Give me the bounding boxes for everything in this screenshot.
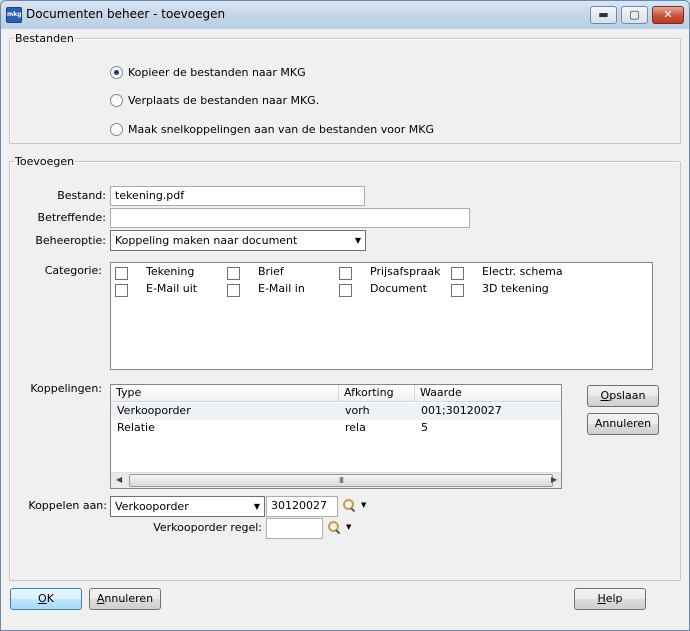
search-icon[interactable] xyxy=(343,499,355,511)
koppelingen-grid[interactable]: Type Afkorting Waarde Verkooporder vorh … xyxy=(110,384,562,489)
cell-type: Relatie xyxy=(117,421,155,434)
radio-verplaats-indicator[interactable] xyxy=(110,93,123,107)
annuleren-koppeling-button[interactable]: Annuleren xyxy=(587,413,659,435)
verkooporder-regel-input[interactable] xyxy=(266,518,323,539)
betreffende-label: Betreffende: xyxy=(37,211,106,224)
checkbox-prijsafspraak-label: Prijsafspraak xyxy=(370,265,441,278)
close-icon: ✕ xyxy=(663,8,673,21)
maximize-icon: ▢ xyxy=(629,8,640,21)
scroll-right-icon[interactable]: ▶ xyxy=(551,475,557,484)
help-label: elp xyxy=(605,592,623,605)
koppelen-aan-value: Verkooporder xyxy=(115,500,189,513)
bestanden-legend: Bestanden xyxy=(15,32,74,45)
koppelen-aan-number-input[interactable]: 30120027 xyxy=(266,496,338,517)
search-options-arrow-icon[interactable]: ▼ xyxy=(361,501,366,509)
checkbox-electr-schema[interactable] xyxy=(451,267,464,280)
scroll-left-icon[interactable]: ◀ xyxy=(116,475,122,484)
beheeroptie-select[interactable]: Koppeling maken naar document ▼ xyxy=(110,230,366,251)
checkbox-brief-label: Brief xyxy=(258,265,284,278)
radio-kopieer-indicator[interactable] xyxy=(110,65,123,79)
window-title: Documenten beheer - toevoegen xyxy=(26,7,226,21)
column-header-type[interactable]: Type xyxy=(111,385,339,402)
koppelen-aan-label: Koppelen aan: xyxy=(28,499,107,512)
search-options-arrow-icon[interactable]: ▼ xyxy=(346,523,351,531)
checkbox-brief[interactable] xyxy=(227,267,240,280)
checkbox-prijsafspraak[interactable] xyxy=(339,267,352,280)
close-button[interactable]: ✕ xyxy=(652,6,684,24)
radio-snelkoppelingen-indicator[interactable] xyxy=(110,122,123,136)
categorie-list[interactable]: Tekening Brief Prijsafspraak Electr. sch… xyxy=(110,262,653,370)
cell-waarde: 001;30120027 xyxy=(421,404,502,417)
minimize-icon: ▬ xyxy=(598,8,609,21)
verkooporder-regel-label: Verkooporder regel: xyxy=(153,521,262,534)
checkbox-email-uit[interactable] xyxy=(115,284,128,297)
ok-button[interactable]: OK xyxy=(10,588,82,610)
minimize-button[interactable]: ▬ xyxy=(590,6,617,24)
search-icon[interactable] xyxy=(328,521,340,533)
beheeroptie-value: Koppeling maken naar document xyxy=(115,234,298,247)
checkbox-tekening-label: Tekening xyxy=(146,265,195,278)
cell-type: Verkooporder xyxy=(117,404,191,417)
dialog-window: mkg Documenten beheer - toevoegen ▬ ▢ ✕ … xyxy=(0,0,690,631)
checkbox-3d-tekening[interactable] xyxy=(451,284,464,297)
mkg-app-icon: mkg xyxy=(6,7,22,23)
categorie-label: Categorie: xyxy=(44,264,102,277)
help-accel: H xyxy=(597,592,606,605)
bestand-label: Bestand: xyxy=(57,189,106,202)
help-button[interactable]: Help xyxy=(574,588,646,610)
cell-waarde: 5 xyxy=(421,421,428,434)
opslaan-label: pslaan xyxy=(609,389,646,402)
dialog-body: Bestanden Kopieer de bestanden naar MKG … xyxy=(8,29,682,625)
ok-label: K xyxy=(46,592,54,605)
bestand-input[interactable]: tekening.pdf xyxy=(110,186,365,206)
bestanden-group: Bestanden Kopieer de bestanden naar MKG … xyxy=(9,32,681,144)
radio-snelkoppelingen-label: Maak snelkoppelingen aan van de bestande… xyxy=(128,122,434,136)
beheeroptie-label: Beheeroptie: xyxy=(35,234,106,247)
checkbox-document[interactable] xyxy=(339,284,352,297)
koppelingen-header: Type Afkorting Waarde xyxy=(111,385,561,402)
chevron-down-icon[interactable]: ▼ xyxy=(355,233,361,248)
checkbox-tekening[interactable] xyxy=(115,267,128,280)
checkbox-document-label: Document xyxy=(370,282,427,295)
toevoegen-group: Toevoegen Bestand: tekening.pdf Betreffe… xyxy=(9,155,681,581)
cell-afkorting: rela xyxy=(345,421,366,434)
chevron-down-icon[interactable]: ▼ xyxy=(254,499,260,514)
title-bar[interactable]: mkg Documenten beheer - toevoegen ▬ ▢ ✕ xyxy=(1,1,689,29)
radio-kopieer[interactable]: Kopieer de bestanden naar MKG xyxy=(110,64,306,80)
radio-kopieer-label: Kopieer de bestanden naar MKG xyxy=(128,65,306,79)
annuleren-label: nnuleren xyxy=(104,592,154,605)
radio-verplaats[interactable]: Verplaats de bestanden naar MKG. xyxy=(110,92,319,108)
radio-verplaats-label: Verplaats de bestanden naar MKG. xyxy=(128,93,320,107)
checkbox-email-in[interactable] xyxy=(227,284,240,297)
checkbox-email-uit-label: E-Mail uit xyxy=(146,282,198,295)
table-row[interactable]: Relatie rela 5 xyxy=(111,420,561,437)
opslaan-accel: O xyxy=(600,389,610,402)
betreffende-input[interactable] xyxy=(110,208,470,228)
radio-snelkoppelingen[interactable]: Maak snelkoppelingen aan van de bestande… xyxy=(110,121,434,137)
scrollbar-thumb[interactable]: III xyxy=(129,474,553,487)
annuleren-button[interactable]: Annuleren xyxy=(89,588,161,610)
column-header-afkorting[interactable]: Afkorting xyxy=(339,385,415,402)
table-row[interactable]: Verkooporder vorh 001;30120027 xyxy=(111,403,561,420)
koppelen-aan-select[interactable]: Verkooporder ▼ xyxy=(110,496,265,517)
horizontal-scrollbar[interactable]: ◀ III ▶ xyxy=(111,472,561,488)
maximize-button[interactable]: ▢ xyxy=(621,6,648,24)
cell-afkorting: vorh xyxy=(345,404,370,417)
checkbox-electr-schema-label: Electr. schema xyxy=(482,265,563,278)
koppelingen-label: Koppelingen: xyxy=(30,382,102,395)
ok-accel: O xyxy=(38,592,47,605)
toevoegen-legend: Toevoegen xyxy=(15,155,75,168)
checkbox-3d-tekening-label: 3D tekening xyxy=(482,282,549,295)
checkbox-email-in-label: E-Mail in xyxy=(258,282,305,295)
column-header-waarde[interactable]: Waarde xyxy=(415,385,561,402)
opslaan-button[interactable]: Opslaan xyxy=(587,385,659,407)
